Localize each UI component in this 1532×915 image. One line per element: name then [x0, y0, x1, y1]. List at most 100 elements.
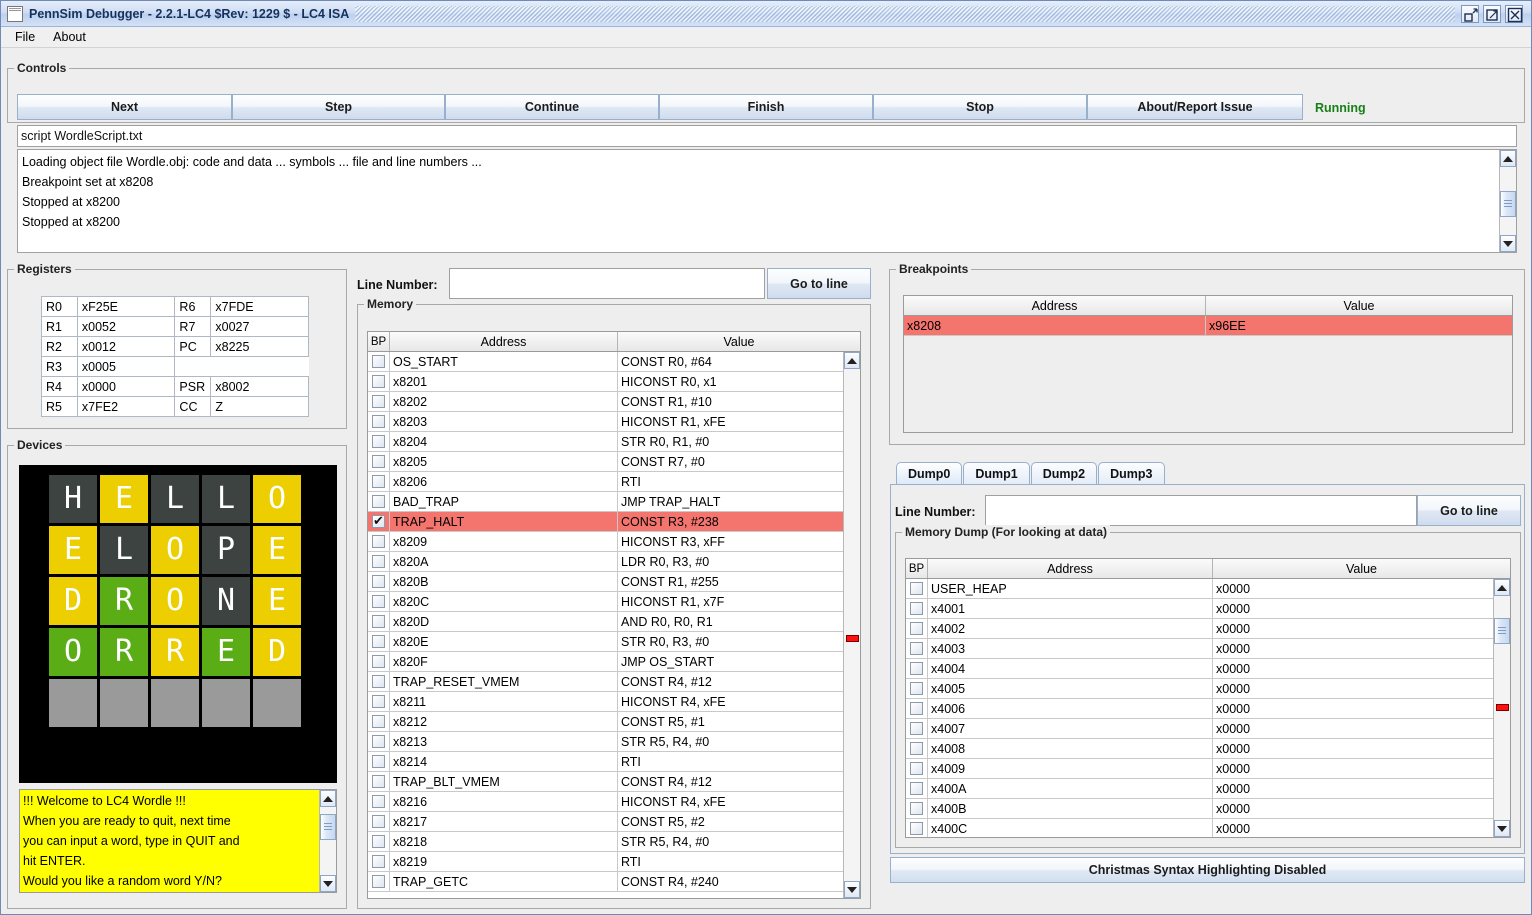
- breakpoint-checkbox[interactable]: [910, 802, 923, 815]
- breakpoint-cell[interactable]: [906, 719, 928, 738]
- breakpoint-cell[interactable]: [368, 652, 390, 671]
- scroll-thumb[interactable]: [1494, 618, 1510, 645]
- table-row[interactable]: x820F JMP OS_START: [368, 652, 843, 672]
- breakpoint-cell[interactable]: [906, 779, 928, 798]
- table-row[interactable]: TRAP_BLT_VMEM CONST R4, #12: [368, 772, 843, 792]
- breakpoint-cell[interactable]: [368, 752, 390, 771]
- tab-dump3[interactable]: Dump3: [1098, 462, 1165, 484]
- table-row[interactable]: x4001 x0000: [906, 599, 1493, 619]
- breakpoint-checkbox[interactable]: [910, 682, 923, 695]
- breakpoint-cell[interactable]: [368, 432, 390, 451]
- table-row[interactable]: x8202 CONST R1, #10: [368, 392, 843, 412]
- menu-item-file[interactable]: File: [7, 28, 43, 46]
- table-row[interactable]: x8203 HICONST R1, xFE: [368, 412, 843, 432]
- breakpoint-cell[interactable]: [906, 759, 928, 778]
- scroll-down-icon[interactable]: [1494, 820, 1510, 837]
- table-row[interactable]: x820E STR R0, R3, #0: [368, 632, 843, 652]
- scroll-track[interactable]: [1500, 167, 1516, 235]
- continue-button[interactable]: Continue: [445, 94, 659, 120]
- breakpoint-cell[interactable]: [906, 599, 928, 618]
- breakpoint-cell[interactable]: [368, 472, 390, 491]
- table-row[interactable]: x4009 x0000: [906, 759, 1493, 779]
- breakpoint-checkbox[interactable]: [372, 575, 385, 588]
- breakpoint-cell[interactable]: [368, 372, 390, 391]
- table-row[interactable]: x8217 CONST R5, #2: [368, 812, 843, 832]
- maximize-icon[interactable]: [1483, 4, 1501, 23]
- scroll-up-icon[interactable]: [320, 790, 336, 807]
- breakpoint-cell[interactable]: [368, 352, 390, 371]
- stop-button[interactable]: Stop: [873, 94, 1087, 120]
- breakpoint-checkbox[interactable]: [372, 495, 385, 508]
- breakpoint-checkbox[interactable]: [372, 415, 385, 428]
- breakpoint-checkbox[interactable]: [910, 722, 923, 735]
- breakpoint-checkbox[interactable]: [910, 782, 923, 795]
- table-row[interactable]: x4006 x0000: [906, 699, 1493, 719]
- breakpoint-cell[interactable]: [368, 512, 390, 531]
- scroll-track[interactable]: [1494, 596, 1510, 820]
- table-row[interactable]: x820A LDR R0, R3, #0: [368, 552, 843, 572]
- table-row[interactable]: x4008 x0000: [906, 739, 1493, 759]
- breakpoint-checkbox[interactable]: [372, 555, 385, 568]
- breakpoint-checkbox[interactable]: [372, 595, 385, 608]
- breakpoint-checkbox[interactable]: [372, 795, 385, 808]
- table-row[interactable]: x400B x0000: [906, 799, 1493, 819]
- breakpoint-cell[interactable]: [368, 672, 390, 691]
- breakpoint-cell[interactable]: [906, 699, 928, 718]
- table-row[interactable]: x8216 HICONST R4, xFE: [368, 792, 843, 812]
- breakpoint-cell[interactable]: [368, 692, 390, 711]
- breakpoint-checkbox[interactable]: [910, 622, 923, 635]
- breakpoint-cell[interactable]: [368, 552, 390, 571]
- breakpoint-checkbox[interactable]: [372, 815, 385, 828]
- table-row[interactable]: x4003 x0000: [906, 639, 1493, 659]
- breakpoint-checkbox[interactable]: [372, 475, 385, 488]
- scroll-up-icon[interactable]: [1494, 579, 1510, 596]
- table-row[interactable]: BAD_TRAP JMP TRAP_HALT: [368, 492, 843, 512]
- breakpoint-cell[interactable]: [368, 852, 390, 871]
- scroll-thumb[interactable]: [320, 813, 336, 840]
- breakpoint-checkbox[interactable]: [372, 675, 385, 688]
- table-row[interactable]: x8206 RTI: [368, 472, 843, 492]
- table-row[interactable]: x820D AND R0, R0, R1: [368, 612, 843, 632]
- breakpoint-cell[interactable]: [368, 612, 390, 631]
- table-row[interactable]: x820C HICONST R1, x7F: [368, 592, 843, 612]
- breakpoint-cell[interactable]: [368, 592, 390, 611]
- breakpoint-checkbox[interactable]: [372, 375, 385, 388]
- table-row[interactable]: x8205 CONST R7, #0: [368, 452, 843, 472]
- breakpoint-cell[interactable]: [906, 659, 928, 678]
- breakpoint-checkbox[interactable]: [372, 435, 385, 448]
- breakpoint-cell[interactable]: [368, 572, 390, 591]
- breakpoint-cell[interactable]: [368, 872, 390, 891]
- close-icon[interactable]: [1505, 4, 1523, 23]
- breakpoint-cell[interactable]: [368, 832, 390, 851]
- memory-dump-scrollbar[interactable]: [1493, 579, 1510, 837]
- breakpoint-checkbox[interactable]: [910, 582, 923, 595]
- breakpoint-cell[interactable]: [368, 412, 390, 431]
- breakpoint-checkbox[interactable]: [910, 642, 923, 655]
- breakpoint-cell[interactable]: [368, 772, 390, 791]
- table-row[interactable]: TRAP_RESET_VMEM CONST R4, #12: [368, 672, 843, 692]
- breakpoint-checkbox[interactable]: [372, 755, 385, 768]
- breakpoint-cell[interactable]: [368, 532, 390, 551]
- breakpoint-checkbox[interactable]: [372, 775, 385, 788]
- breakpoint-cell[interactable]: [906, 799, 928, 818]
- about-report-issue-button[interactable]: About/Report Issue: [1087, 94, 1303, 120]
- tab-dump2[interactable]: Dump2: [1030, 462, 1098, 484]
- breakpoint-cell[interactable]: [368, 812, 390, 831]
- table-row[interactable]: x400C x0000: [906, 819, 1493, 837]
- scroll-down-icon[interactable]: [320, 875, 336, 892]
- scroll-up-icon[interactable]: [1500, 150, 1516, 167]
- breakpoint-checkbox[interactable]: [372, 455, 385, 468]
- table-row[interactable]: x8208 x96EE: [904, 316, 1512, 336]
- table-row[interactable]: x8219 RTI: [368, 852, 843, 872]
- breakpoint-checkbox[interactable]: [910, 602, 923, 615]
- breakpoint-checkbox[interactable]: [372, 615, 385, 628]
- breakpoint-checkbox[interactable]: [372, 535, 385, 548]
- breakpoint-checkbox[interactable]: [372, 355, 385, 368]
- breakpoint-cell[interactable]: [368, 452, 390, 471]
- breakpoint-checkbox[interactable]: [372, 835, 385, 848]
- breakpoint-checkbox[interactable]: [372, 655, 385, 668]
- breakpoint-checkbox[interactable]: [372, 395, 385, 408]
- scroll-down-icon[interactable]: [1500, 235, 1516, 252]
- breakpoint-cell[interactable]: [906, 739, 928, 758]
- breakpoint-checkbox[interactable]: [372, 875, 385, 888]
